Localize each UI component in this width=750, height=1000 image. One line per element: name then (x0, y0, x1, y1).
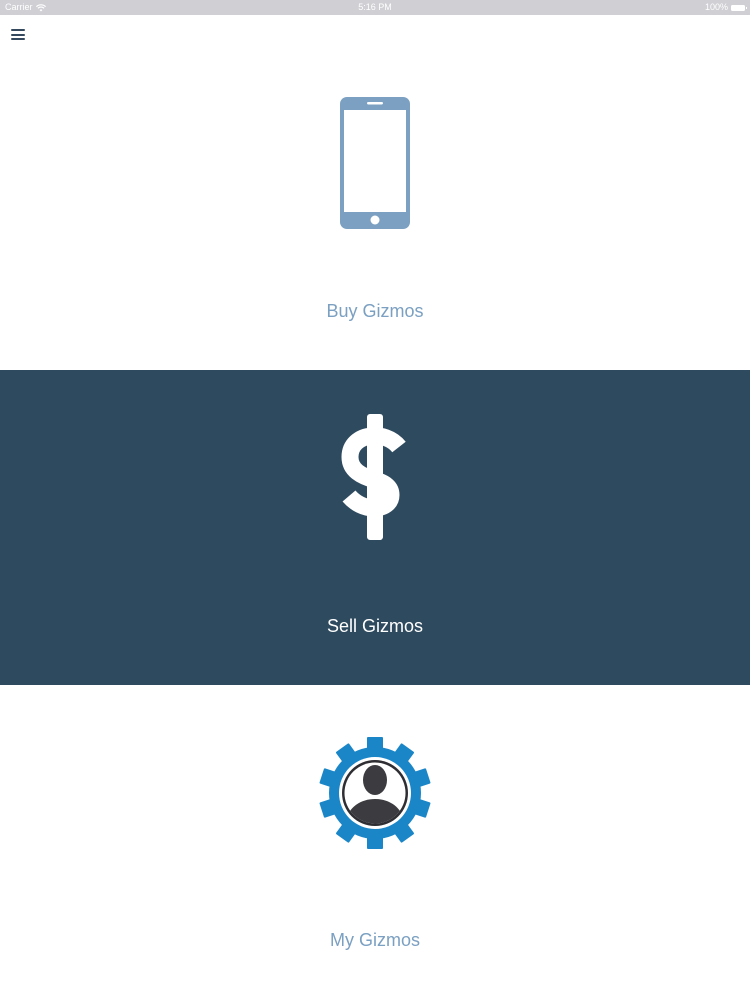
buy-gizmos-panel[interactable]: Buy Gizmos (0, 56, 750, 370)
status-time: 5:16 PM (358, 2, 392, 12)
buy-gizmos-label: Buy Gizmos (326, 301, 424, 321)
status-right: 100% (704, 0, 747, 15)
sell-gizmos-label: Sell Gizmos (326, 616, 424, 636)
menu-line (11, 29, 25, 31)
user-gear-icon (319, 737, 431, 849)
battery-icon (731, 4, 747, 11)
hamburger-menu-icon[interactable] (11, 29, 25, 41)
status-bar: Carrier 5:16 PM 100% (0, 0, 750, 15)
battery-percent: 100% (704, 2, 728, 12)
dollar-icon (341, 414, 406, 540)
menu-line (11, 38, 25, 40)
phone-icon (340, 97, 410, 229)
my-gizmos-panel[interactable]: My Gizmos (0, 685, 750, 1000)
menu-line (11, 33, 25, 36)
sell-gizmos-panel[interactable]: Sell Gizmos (0, 370, 750, 685)
my-gizmos-label: My Gizmos (330, 930, 420, 950)
